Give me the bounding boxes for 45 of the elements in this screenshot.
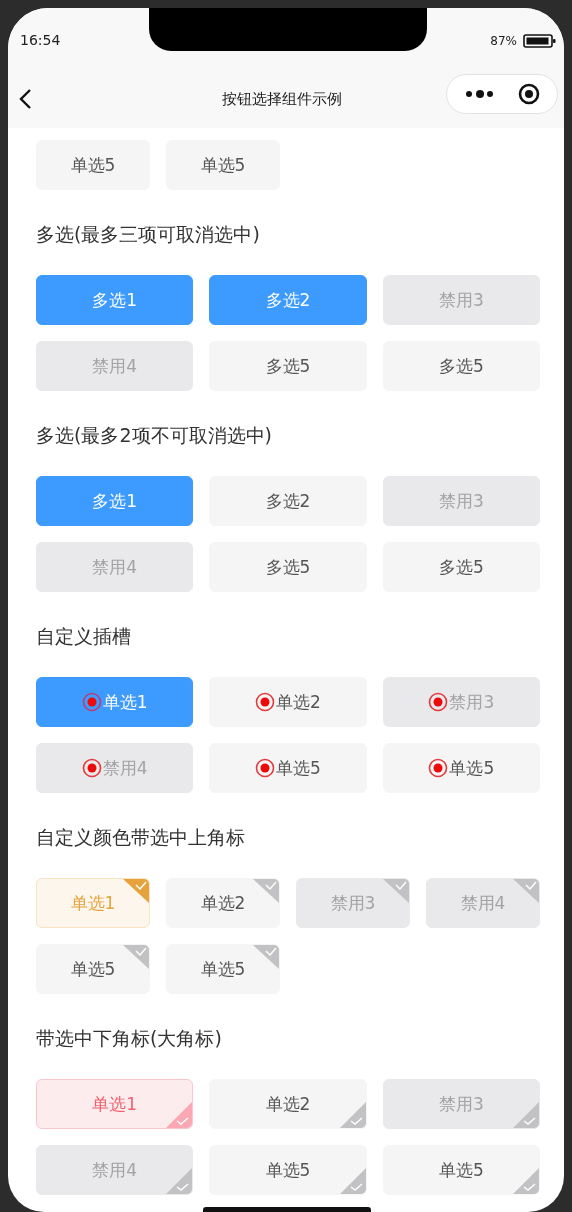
radio-icon (255, 758, 276, 778)
corner-check-icon (513, 1168, 539, 1194)
corner-check-icon (166, 1168, 193, 1194)
close-icon[interactable] (517, 83, 540, 105)
option-button[interactable]: 单选2 (209, 677, 367, 727)
option-button[interactable]: 单选2 (166, 878, 280, 928)
corner-check-icon (253, 945, 279, 969)
status-time: 16:54 (20, 32, 61, 48)
corner-check-icon (339, 1102, 366, 1128)
option-button[interactable]: 多选5 (382, 341, 540, 391)
option-button[interactable]: 单选5 (36, 944, 150, 994)
radio-icon (428, 758, 449, 778)
option-button[interactable]: 多选5 (209, 341, 367, 391)
page-title: 按钮选择组件示例 (222, 89, 342, 109)
section-title: 自定义插槽 (36, 625, 132, 647)
option-button[interactable]: 单选5 (166, 140, 280, 190)
radio-icon (428, 692, 449, 712)
corner-check-icon (513, 1102, 539, 1128)
corner-check-icon (383, 879, 409, 903)
section-title: 多选(最多2项不可取消选中) (36, 424, 273, 446)
battery-percent: 87% (490, 34, 517, 48)
corner-check-icon (123, 945, 149, 969)
option-button[interactable]: 多选2 (209, 476, 367, 526)
section-title: 自定义颜色带选中上角标 (36, 826, 246, 848)
corner-check-icon (166, 1102, 193, 1128)
option-button[interactable]: 单选5 (382, 743, 540, 793)
radio-icon (255, 692, 276, 712)
option-button[interactable]: 单选5 (166, 944, 280, 994)
corner-check-icon (123, 879, 149, 903)
option-button[interactable]: 单选5 (36, 140, 150, 190)
corner-check-icon (513, 879, 539, 903)
radio-icon (81, 692, 102, 712)
option-button[interactable]: 多选5 (382, 542, 540, 592)
battery-icon (523, 34, 556, 48)
option-button[interactable]: 单选5 (382, 1145, 540, 1195)
more-icon[interactable] (464, 89, 495, 99)
corner-check-icon (339, 1168, 366, 1194)
corner-check-icon (253, 879, 279, 903)
option-button[interactable]: 单选5 (209, 1145, 367, 1195)
option-button[interactable]: 多选5 (209, 542, 367, 592)
section-title: 多选(最多三项可取消选中) (36, 223, 261, 245)
option-button[interactable]: 单选5 (209, 743, 367, 793)
radio-icon (81, 758, 102, 778)
option-button[interactable]: 单选2 (209, 1079, 367, 1129)
section-title: 带选中下角标(大角标) (36, 1027, 223, 1049)
